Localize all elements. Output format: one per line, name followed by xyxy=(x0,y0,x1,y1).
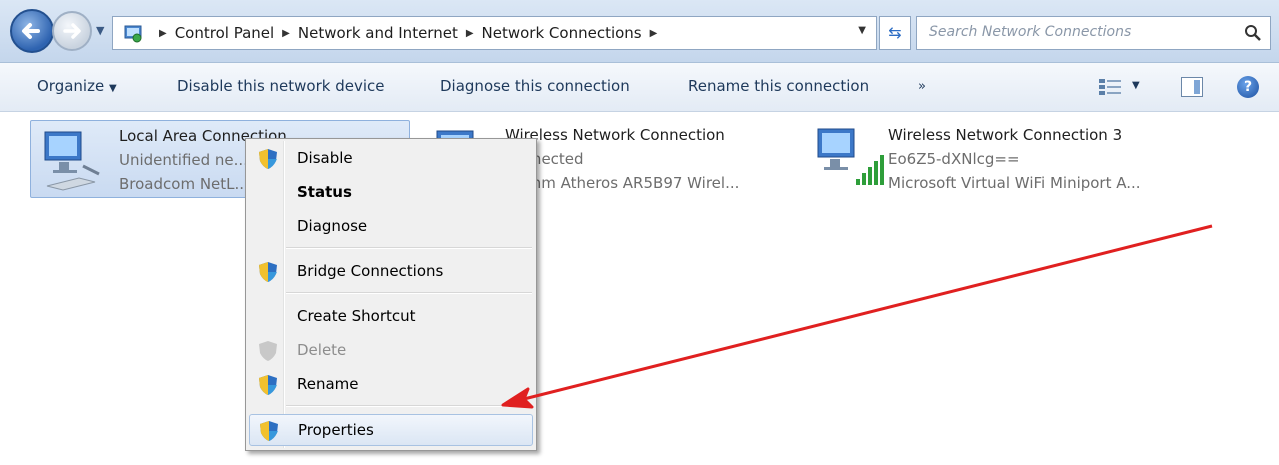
menu-separator xyxy=(286,405,532,407)
back-arrow-icon xyxy=(22,23,40,39)
menu-item-diagnose[interactable]: Diagnose xyxy=(249,211,533,243)
breadcrumb-network-connections[interactable]: Network Connections ▶ xyxy=(482,24,666,42)
connection-name: Wireless Network Connection 3 xyxy=(888,126,1123,144)
change-view-icon[interactable] xyxy=(1097,76,1127,98)
view-options-dropdown-icon[interactable]: ▼ xyxy=(1132,80,1140,91)
context-menu: Disable Status Diagnose Bridge Connectio… xyxy=(245,138,537,451)
breadcrumb-separator-icon[interactable]: ▶ xyxy=(159,28,167,39)
shield-icon xyxy=(259,375,277,395)
diagnose-connection-button[interactable]: Diagnose this connection xyxy=(440,77,630,95)
help-icon[interactable]: ? xyxy=(1237,76,1259,98)
refresh-icon: ⇆ xyxy=(888,23,902,42)
breadcrumb-separator-icon[interactable]: ▶ xyxy=(650,28,658,39)
menu-item-properties[interactable]: Properties xyxy=(249,414,533,446)
disable-device-button[interactable]: Disable this network device xyxy=(177,77,385,95)
menu-item-delete: Delete xyxy=(249,335,533,367)
menu-item-status[interactable]: Status xyxy=(249,177,533,209)
menu-separator xyxy=(286,292,532,294)
control-panel-icon xyxy=(124,25,142,43)
breadcrumb-control-panel[interactable]: Control Panel ▶ xyxy=(175,24,298,42)
connection-name: Wireless Network Connection xyxy=(505,126,725,144)
search-box[interactable] xyxy=(916,16,1271,50)
shield-icon xyxy=(259,262,277,282)
connection-device: lcomm Atheros AR5B97 Wirel... xyxy=(505,174,740,192)
more-commands-button[interactable]: » xyxy=(918,79,926,94)
menu-item-disable[interactable]: Disable xyxy=(249,143,533,175)
menu-item-rename[interactable]: Rename xyxy=(249,369,533,401)
back-button[interactable] xyxy=(10,9,54,53)
forward-button[interactable] xyxy=(52,11,92,51)
refresh-button[interactable]: ⇆ xyxy=(879,16,911,50)
shield-icon xyxy=(259,149,277,169)
connection-status: connected xyxy=(505,150,584,168)
forward-arrow-icon xyxy=(63,23,81,39)
preview-pane-button[interactable] xyxy=(1181,77,1203,97)
recent-pages-dropdown-icon[interactable]: ▼ xyxy=(96,24,104,37)
shield-icon xyxy=(260,421,278,441)
breadcrumb-separator-icon[interactable]: ▶ xyxy=(466,28,474,39)
menu-item-bridge-connections[interactable]: Bridge Connections xyxy=(249,256,533,288)
connection-status: Eo6Z5-dXNlcg== xyxy=(888,150,1020,168)
search-icon[interactable] xyxy=(1244,24,1262,42)
menu-separator xyxy=(286,247,532,249)
organize-menu-button[interactable]: Organize ▼ xyxy=(37,77,117,95)
wireless-signal-icon xyxy=(817,128,884,185)
chevron-down-icon: ▼ xyxy=(108,83,117,94)
wired-network-icon xyxy=(44,131,100,191)
rename-connection-button[interactable]: Rename this connection xyxy=(688,77,869,95)
menu-item-create-shortcut[interactable]: Create Shortcut xyxy=(249,301,533,333)
connection-wireless-3[interactable]: Wireless Network Connection 3 Eo6Z5-dXNl… xyxy=(808,120,1228,200)
breadcrumb-network-and-internet[interactable]: Network and Internet ▶ xyxy=(298,24,482,42)
search-input[interactable] xyxy=(927,23,1231,41)
command-bar: Organize ▼ Disable this network device D… xyxy=(0,63,1279,112)
address-bar: ▼ ▶ Control Panel ▶ Network and Internet ▶… xyxy=(0,0,1279,63)
address-dropdown-icon[interactable]: ▼ xyxy=(858,25,866,36)
breadcrumb-separator-icon[interactable]: ▶ xyxy=(282,28,290,39)
address-field[interactable]: ▶ Control Panel ▶ Network and Internet ▶ N… xyxy=(112,16,877,50)
shield-icon xyxy=(259,341,277,361)
connection-device: Microsoft Virtual WiFi Miniport A... xyxy=(888,174,1141,192)
